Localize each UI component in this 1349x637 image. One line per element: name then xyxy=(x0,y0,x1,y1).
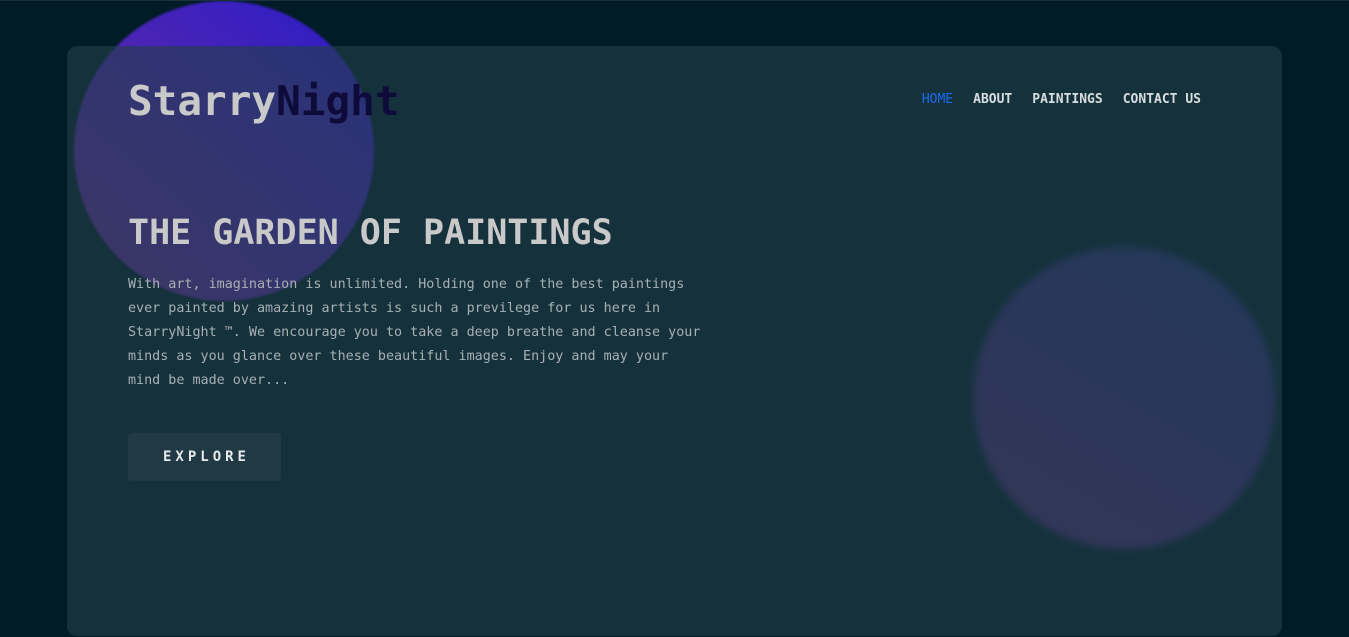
page: StarryNight HOME ABOUT PAINTINGS CONTACT… xyxy=(0,0,1349,637)
nav-link-contact-us[interactable]: CONTACT US xyxy=(1123,92,1201,107)
hero-card: StarryNight HOME ABOUT PAINTINGS CONTACT… xyxy=(67,46,1282,636)
nav-link-home[interactable]: HOME xyxy=(922,92,953,107)
hero-description: With art, imagination is unlimited. Hold… xyxy=(128,277,701,388)
main-nav: HOME ABOUT PAINTINGS CONTACT US xyxy=(922,92,1201,107)
brand-logo[interactable]: StarryNight xyxy=(128,76,400,126)
hero-title: THE GARDEN OF PAINTINGS xyxy=(128,213,613,253)
nav-link-about[interactable]: ABOUT xyxy=(973,92,1012,107)
brand-logo-part2: Night xyxy=(276,77,400,125)
explore-button[interactable]: EXPLORE xyxy=(128,433,281,481)
brand-logo-part1: Starry xyxy=(128,77,277,125)
nav-link-paintings[interactable]: PAINTINGS xyxy=(1032,92,1102,107)
